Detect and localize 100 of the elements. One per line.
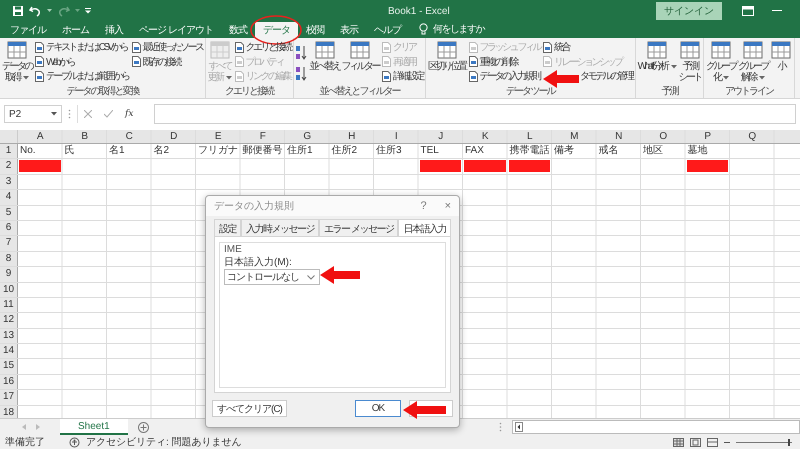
ribbon-button[interactable]: 小 xyxy=(770,40,792,86)
sort-icon[interactable] xyxy=(296,44,308,60)
ribbon-tab[interactable]: ファイル xyxy=(2,22,54,38)
horizontal-scrollbar[interactable] xyxy=(512,420,800,434)
row-header[interactable]: 12 xyxy=(0,313,18,328)
column-header[interactable]: B xyxy=(62,130,107,143)
column-header[interactable]: F xyxy=(240,130,285,143)
ribbon-command[interactable]: テーブルまたは範囲から xyxy=(34,69,128,84)
table-cell-text: 氏 xyxy=(64,144,76,158)
ribbon-command[interactable]: 詳細設定 xyxy=(381,69,423,84)
ribbon-tab[interactable]: ページ レイアウト xyxy=(131,22,221,38)
ribbon-button[interactable]: 並べ替え xyxy=(310,40,340,86)
column-header[interactable]: G xyxy=(285,130,330,143)
check-icon[interactable] xyxy=(104,110,113,118)
sheet-tab[interactable]: Sheet1 xyxy=(60,419,128,435)
ribbon-command[interactable]: 重複の削除 xyxy=(468,54,540,69)
ribbon-command[interactable]: Web から xyxy=(34,54,128,69)
column-header[interactable]: C xyxy=(107,130,152,143)
ribbon-command[interactable]: テキストまたは CSV から xyxy=(34,40,128,54)
page-break-icon[interactable] xyxy=(707,438,718,446)
column-header[interactable]: D xyxy=(152,130,196,143)
column-header[interactable]: N xyxy=(596,130,641,143)
ribbon-tab[interactable]: ヘルプ xyxy=(366,22,409,38)
customize-icon[interactable] xyxy=(85,8,91,14)
dropdown-field[interactable]: コントロールなし xyxy=(224,269,320,285)
chevron-icon[interactable] xyxy=(307,274,315,280)
ribbon-button[interactable]: グループ 化 xyxy=(706,40,736,86)
row-header[interactable]: 3 xyxy=(0,174,18,190)
page-layout-icon[interactable] xyxy=(690,438,701,446)
ribbon-button[interactable]: フィルター xyxy=(342,40,379,86)
row-header[interactable]: 4 xyxy=(0,190,18,205)
column-header[interactable]: I xyxy=(374,130,418,143)
cell-reference: P2 xyxy=(9,108,22,120)
normal-view-icon[interactable] xyxy=(673,438,684,446)
accessibility-icon[interactable] xyxy=(69,436,80,448)
column-header[interactable]: O xyxy=(641,130,686,143)
row-header[interactable]: 6 xyxy=(0,220,18,236)
command-icon xyxy=(381,42,392,53)
row-header[interactable]: 8 xyxy=(0,252,18,266)
row-header[interactable]: 11 xyxy=(0,298,18,312)
row-header[interactable]: 5 xyxy=(0,206,18,220)
ribbon-button[interactable]: グループ 解除 xyxy=(738,40,768,86)
caret-icon[interactable] xyxy=(47,9,52,13)
column-header[interactable]: A xyxy=(18,130,62,143)
ribbon-tab[interactable]: 表示 xyxy=(332,22,366,38)
undo-icon[interactable] xyxy=(29,5,42,17)
zoom-slider-thumb[interactable] xyxy=(788,438,790,446)
row-header[interactable]: 9 xyxy=(0,267,18,282)
ribbon-tab[interactable]: ホーム xyxy=(54,22,97,38)
ribbon-command[interactable]: クエリと接続 xyxy=(234,40,290,54)
caret-icon[interactable] xyxy=(51,112,57,116)
column-header[interactable]: K xyxy=(463,130,508,143)
column-header[interactable]: Q xyxy=(730,130,774,143)
row-header[interactable]: 15 xyxy=(0,359,18,374)
ribbon-command[interactable]: 統合 xyxy=(542,40,633,54)
ribbon-button[interactable]: 区切り位置 xyxy=(428,40,466,86)
ribbon-tab[interactable]: データ xyxy=(254,22,298,38)
column-header[interactable]: E xyxy=(196,130,240,143)
row-header[interactable]: 16 xyxy=(0,374,18,390)
ribbon-display-icon[interactable] xyxy=(742,6,754,16)
ribbon-command[interactable]: タ モデルの管理 xyxy=(580,69,633,84)
ribbon-command[interactable]: 最近使ったソース xyxy=(130,40,202,54)
dialog-button[interactable]: OK xyxy=(355,400,401,417)
scroll-left-icon[interactable] xyxy=(515,422,523,432)
help-button[interactable]: ? xyxy=(420,200,427,212)
column-header[interactable]: P xyxy=(686,130,730,143)
column-header[interactable]: M xyxy=(552,130,596,143)
dialog-button[interactable]: すべてクリア(C) xyxy=(212,400,287,417)
ribbon-command[interactable]: 既存の接続 xyxy=(130,54,202,69)
sign-in-button[interactable]: サインイン xyxy=(656,2,722,20)
row-header[interactable]: 1 xyxy=(0,144,18,158)
column-header[interactable]: H xyxy=(330,130,374,143)
command-icon xyxy=(234,70,244,82)
row-header[interactable]: 14 xyxy=(0,344,18,358)
row-header[interactable]: 17 xyxy=(0,390,18,405)
ribbon-tab[interactable]: 数式 xyxy=(220,22,255,38)
row-header[interactable]: 18 xyxy=(0,406,18,418)
dialog-tab[interactable]: 日本語入力 xyxy=(398,219,451,236)
add-sheet-icon[interactable] xyxy=(138,422,149,432)
sort-icon[interactable] xyxy=(296,66,308,82)
ribbon-tab[interactable]: 校閲 xyxy=(298,22,332,38)
column-header[interactable]: L xyxy=(508,130,552,143)
save-icon[interactable] xyxy=(12,5,24,17)
accessibility-status[interactable]: アクセシビリティ: 問題ありません xyxy=(86,435,242,449)
insert-function-button[interactable]: fx xyxy=(125,109,134,119)
ribbon-tab[interactable]: 挿入 xyxy=(97,22,131,38)
ribbon-command[interactable]: データの入力規則 xyxy=(468,69,540,84)
row-header[interactable]: 10 xyxy=(0,282,18,297)
column-header[interactable]: J xyxy=(418,130,463,143)
row-header[interactable]: 7 xyxy=(0,236,18,251)
ribbon-button[interactable]: What-If 分析 xyxy=(638,40,677,86)
minimize-icon[interactable] xyxy=(772,10,782,12)
formula-input[interactable] xyxy=(154,104,796,124)
row-header[interactable]: 2 xyxy=(0,159,18,174)
close-button[interactable]: × xyxy=(444,200,451,212)
tell-me-field[interactable]: 何をしますか xyxy=(432,22,484,38)
ribbon-button[interactable]: 予測 シート xyxy=(678,40,702,86)
row-header[interactable]: 13 xyxy=(0,328,18,344)
name-box[interactable]: P2 xyxy=(4,105,62,123)
ribbon-button[interactable]: データの 取得 xyxy=(2,40,32,86)
